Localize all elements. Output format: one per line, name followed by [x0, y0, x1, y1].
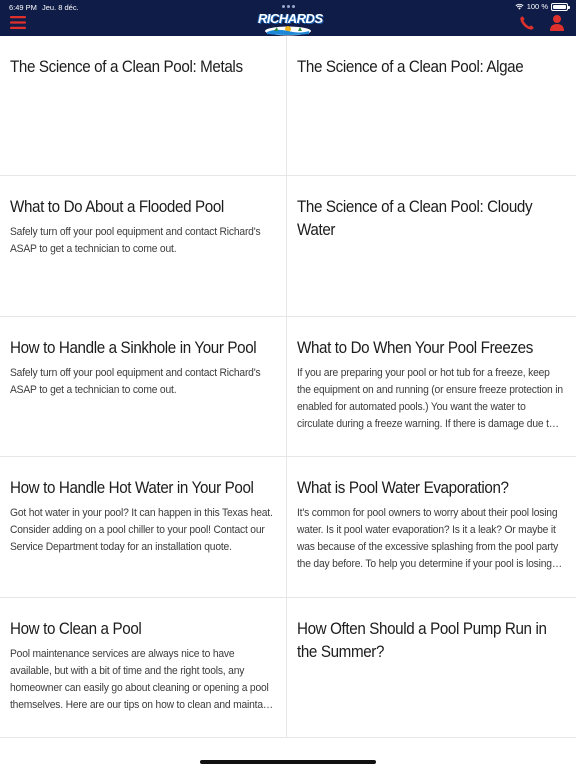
article-card[interactable]: How Often Should a Pool Pump Run in the …	[287, 597, 576, 738]
logo-wave-art	[265, 26, 311, 36]
multitasking-dots-icon[interactable]	[282, 5, 295, 8]
article-title: What is Pool Water Evaporation?	[297, 479, 509, 498]
phone-icon[interactable]	[519, 15, 535, 31]
article-description: It's common for pool owners to worry abo…	[297, 507, 559, 571]
article-card[interactable]: The Science of a Clean Pool: Cloudy Wate…	[287, 176, 576, 317]
status-date: Jeu. 8 déc.	[42, 3, 79, 12]
status-time: 6:49 PM	[9, 3, 37, 12]
article-card[interactable]: What to Do About a Flooded Pool Safely tu…	[0, 176, 287, 317]
article-title: What to Do About a Flooded Pool	[10, 198, 224, 217]
article-description: Safely turn off your pool equipment and …	[10, 226, 261, 256]
top-navigation-bar: 6:49 PM Jeu. 8 déc. 100 % RICHARDS	[0, 0, 576, 36]
article-description: If you are preparing your pool or hot tu…	[297, 366, 563, 430]
logo-text: RICHARDS	[258, 11, 323, 26]
article-description: Pool maintenance services are always nic…	[10, 647, 271, 711]
hamburger-menu-icon[interactable]	[10, 16, 26, 30]
article-title: How to Handle a Sinkhole in Your Pool	[10, 338, 257, 357]
article-description: Safely turn off your pool equipment and …	[10, 366, 261, 396]
article-title: How to Handle Hot Water in Your Pool	[10, 479, 254, 498]
article-description: Got hot water in your pool? It can happe…	[10, 507, 273, 554]
status-indicators: 100 %	[515, 2, 570, 11]
article-card[interactable]: The Science of a Clean Pool: Metals	[0, 36, 287, 177]
article-title: How Often Should a Pool Pump Run in the …	[297, 619, 547, 661]
article-title: The Science of a Clean Pool: Cloudy Wate…	[297, 198, 533, 240]
richards-logo[interactable]: RICHARDS	[258, 11, 323, 36]
user-icon[interactable]	[549, 14, 565, 32]
article-card[interactable]: How to Handle a Sinkhole in Your Pool Saf…	[0, 316, 287, 458]
articles-grid: The Science of a Clean Pool: Metals The S…	[0, 36, 576, 738]
battery-percent: 100 %	[526, 2, 548, 11]
home-indicator[interactable]	[200, 760, 376, 764]
article-title: What to Do When Your Pool Freezes	[297, 338, 533, 357]
battery-icon	[551, 2, 570, 11]
article-title: How to Clean a Pool	[10, 619, 142, 638]
article-title: The Science of a Clean Pool: Algae	[297, 58, 524, 76]
article-card[interactable]: How to Clean a Pool Pool maintenance serv…	[0, 597, 287, 738]
wifi-icon	[515, 3, 524, 10]
article-card[interactable]: What to Do When Your Pool Freezes If you …	[287, 316, 576, 458]
article-card[interactable]: What is Pool Water Evaporation? It's comm…	[287, 457, 576, 598]
article-card[interactable]: The Science of a Clean Pool: Algae	[287, 36, 576, 177]
article-card[interactable]: How to Handle Hot Water in Your Pool Got …	[0, 457, 287, 598]
article-title: The Science of a Clean Pool: Metals	[10, 58, 243, 76]
